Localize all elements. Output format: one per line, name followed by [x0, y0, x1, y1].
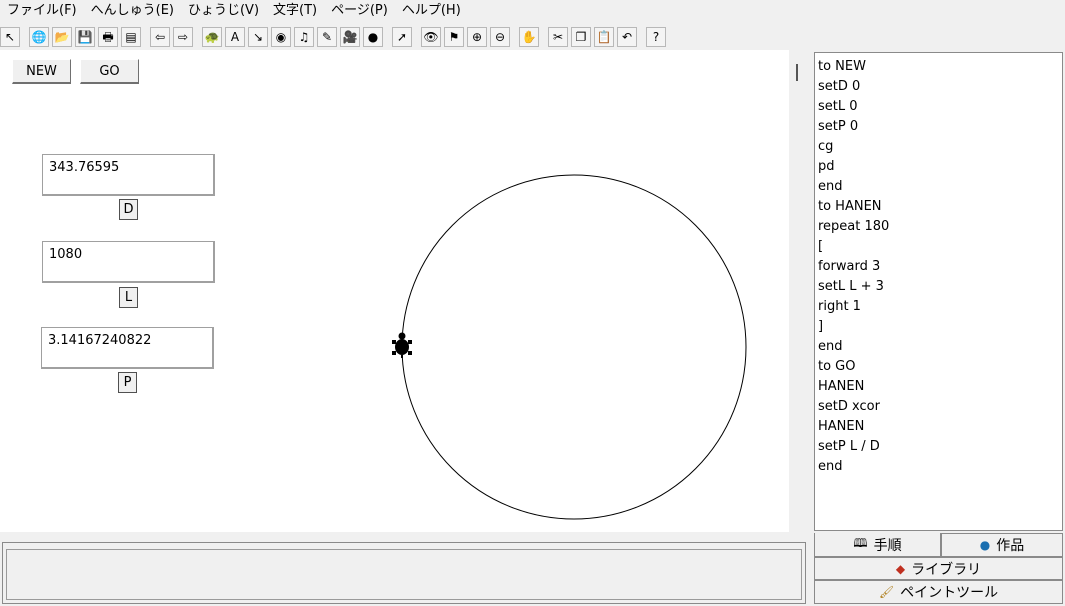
menu-bar: ファイル(F) へんしゅう(E) ひょうじ(V) 文字(T) ページ(P) ヘルプ(H)	[0, 0, 1065, 22]
open-folder-icon[interactable]: 📂	[52, 27, 72, 47]
code-line: setL L + 3	[818, 279, 884, 294]
code-line: right 1	[818, 299, 861, 314]
book-icon: 🕮	[853, 536, 868, 550]
menu-item[interactable]: ページ(P)	[324, 0, 395, 22]
zoom-out-icon[interactable]: ⊖	[490, 27, 510, 47]
command-input[interactable]	[6, 549, 802, 600]
procedures-editor[interactable]: to NEW setD 0 setL 0 setP 0 cg pd end to HANEN r…	[814, 52, 1063, 531]
code-line: HANEN	[818, 379, 865, 394]
code-line: end	[818, 459, 843, 474]
code-line: [	[818, 239, 824, 254]
globe-link-icon[interactable]: ●	[363, 27, 383, 47]
pen-icon[interactable]: ✎	[317, 27, 337, 47]
help-icon[interactable]: ?	[646, 27, 666, 47]
next-page-icon[interactable]: ⇨	[173, 27, 193, 47]
code-line: HANEN	[818, 419, 865, 434]
text-box-icon[interactable]: A	[225, 27, 245, 47]
drawn-circle	[401, 174, 747, 520]
code-line: repeat 180	[818, 219, 890, 234]
tab-projects-label: 作品	[996, 538, 1025, 554]
menu-item[interactable]: 文字(T)	[266, 0, 324, 22]
code-line: end	[818, 339, 843, 354]
save-icon[interactable]: 💾	[75, 27, 95, 47]
movie-icon[interactable]: 🎥	[340, 27, 360, 47]
code-line: to NEW	[818, 59, 866, 74]
code-line: cg	[818, 139, 834, 154]
code-line: setD xcor	[818, 399, 880, 414]
pointer-icon[interactable]: ➚	[392, 27, 412, 47]
tab-library[interactable]: ◆ ライブラリ	[814, 557, 1063, 580]
code-line: setL 0	[818, 99, 858, 114]
slider-icon[interactable]: ↘	[248, 27, 268, 47]
code-line: pd	[818, 159, 835, 174]
music-icon[interactable]: ♫	[294, 27, 314, 47]
tab-paint-label: ペイントツール	[900, 585, 999, 601]
stop-hand-icon[interactable]: ✋	[519, 27, 539, 47]
menu-item[interactable]: ヘルプ(H)	[395, 0, 468, 22]
tab-procedures-label: 手順	[873, 537, 902, 554]
cut-icon[interactable]: ✂	[548, 27, 568, 47]
code-line: end	[818, 179, 843, 194]
print-icon[interactable]: 🖶	[98, 27, 118, 47]
code-line: forward 3	[818, 259, 881, 274]
shapes-icon: ◆	[895, 561, 906, 576]
drawing-layer	[392, 174, 747, 520]
menu-item[interactable]: へんしゅう(E)	[84, 0, 181, 22]
zoom-in-icon[interactable]: ⊕	[467, 27, 487, 47]
menu-item[interactable]: ファイル(F)	[0, 0, 84, 22]
tab-paint[interactable]: 🖌 ペイントツール	[814, 580, 1063, 604]
paste-icon[interactable]: 📋	[594, 27, 614, 47]
select-arrow-icon[interactable]: ↖	[0, 27, 20, 47]
stamp-icon[interactable]: ⚑	[444, 27, 464, 47]
eye-button-icon[interactable]: ◉	[271, 27, 291, 47]
project-canvas[interactable]: NEW GO 343.76595 D 1080 L 3.14167240822 …	[0, 50, 789, 532]
command-center[interactable]	[2, 542, 806, 604]
code-line: setP 0	[818, 119, 859, 134]
copy-icon[interactable]: ❐	[571, 27, 591, 47]
scroll-indicator[interactable]	[796, 64, 798, 81]
turtle-icon[interactable]	[392, 332, 412, 359]
eye-icon[interactable]: 👁	[421, 27, 441, 47]
tab-library-label: ライブラリ	[911, 561, 982, 578]
tab-procedures[interactable]: 🕮 手順	[814, 533, 941, 557]
undo-icon[interactable]: ↶	[617, 27, 637, 47]
page-list-icon[interactable]: ▤	[121, 27, 141, 47]
turtle-icon[interactable]: 🐢	[202, 27, 222, 47]
paintbrush-icon: 🖌	[878, 585, 895, 599]
code-line: setD 0	[818, 79, 861, 94]
code-line: ]	[818, 319, 824, 334]
new-page-icon[interactable]: 🌐	[29, 27, 49, 47]
previous-page-icon[interactable]: ⇦	[150, 27, 170, 47]
globe-icon: ●	[979, 538, 991, 552]
code-line: setP L / D	[818, 439, 880, 454]
toolbar: ↖ 🌐 📂 💾 🖶 ▤ ⇦ ⇨ 🐢 A ↘ ◉ ♫ ✎ 🎥 ● ➚ 👁 ⚑ ⊕ ⊖ ✋ ✂ ❐ 📋 ↶?	[0, 24, 1065, 50]
tab-projects[interactable]: ● 作品	[941, 533, 1063, 557]
menu-item[interactable]: ひょうじ(V)	[181, 0, 266, 22]
code-line: to HANEN	[818, 199, 882, 214]
code-line: to GO	[818, 359, 856, 374]
